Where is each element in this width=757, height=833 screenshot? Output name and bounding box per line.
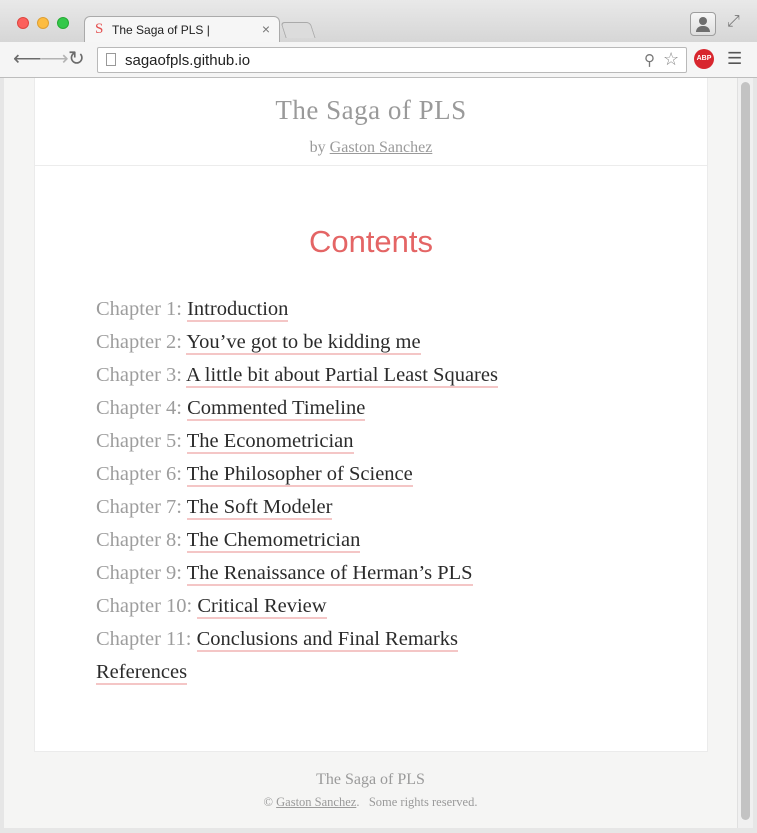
chapter-number: Chapter 7: <box>96 496 182 518</box>
toc-item: Chapter 1: Introduction <box>96 296 498 329</box>
byline: by Gaston Sanchez <box>35 139 707 157</box>
fullscreen-icon[interactable]: ⤢ <box>727 13 740 31</box>
new-tab-button[interactable] <box>280 22 316 38</box>
chapter-link[interactable]: The Chemometrician <box>186 529 361 553</box>
chapter-number: Chapter 5: <box>96 430 182 452</box>
chapter-number: Chapter 11: <box>96 628 192 650</box>
chapter-link[interactable]: Conclusions and Final Remarks <box>196 628 458 652</box>
page-viewport: The Saga of PLS by Gaston Sanchez Conten… <box>4 78 737 828</box>
scrollbar-thumb[interactable] <box>741 82 750 820</box>
toc-item: Chapter 7: The Soft Modeler <box>96 494 498 527</box>
toc-item: Chapter 2: You’ve got to be kidding me <box>96 329 498 362</box>
content-card: The Saga of PLS by Gaston Sanchez Conten… <box>34 78 708 752</box>
browser-titlebar: S The Saga of PLS | × ⤢ <box>0 0 757 43</box>
tab-close-icon[interactable]: × <box>262 21 270 37</box>
byline-prefix: by <box>309 139 326 156</box>
profile-body-shape <box>696 26 710 32</box>
chapter-number: Chapter 1: <box>96 298 182 320</box>
header-divider <box>35 165 707 166</box>
footer-author-link[interactable]: Gaston Sanchez <box>276 795 356 809</box>
address-bar[interactable]: sagaofpls.github.io ⚲ ☆ <box>97 47 687 73</box>
chapter-link[interactable]: You’ve got to be kidding me <box>186 331 421 355</box>
chapter-link[interactable]: The Renaissance of Herman’s PLS <box>186 562 473 586</box>
window-minimize-button[interactable] <box>37 17 49 29</box>
forward-arrow-icon[interactable]: ⟶ <box>40 49 69 69</box>
table-of-contents: Chapter 1: Introduction Chapter 2: You’ve… <box>96 296 498 692</box>
author-link[interactable]: Gaston Sanchez <box>330 139 433 156</box>
chapter-link[interactable]: Commented Timeline <box>187 397 366 421</box>
window-close-button[interactable] <box>17 17 29 29</box>
back-arrow-icon[interactable]: ⟵ <box>13 49 42 69</box>
abp-icon[interactable]: ABP <box>694 49 714 69</box>
toc-item: Chapter 3: A little bit about Partial Le… <box>96 362 498 395</box>
reload-icon[interactable]: ↻ <box>68 49 85 69</box>
contents-heading: Contents <box>308 224 434 259</box>
tab-title: The Saga of PLS | <box>112 23 210 37</box>
profile-head-shape <box>699 17 707 25</box>
toc-item: Chapter 6: The Philosopher of Science <box>96 461 498 494</box>
rights-text: Some rights reserved. <box>368 795 478 809</box>
profile-icon[interactable] <box>690 12 716 36</box>
chapter-number: Chapter 2: <box>96 331 182 353</box>
search-icon[interactable]: ⚲ <box>644 51 655 69</box>
star-icon[interactable]: ☆ <box>663 49 679 70</box>
browser-tab[interactable]: S The Saga of PLS | × <box>84 16 280 43</box>
chapter-number: Chapter 3: <box>96 364 182 386</box>
toc-item: References <box>96 659 498 692</box>
chapter-link[interactable]: Critical Review <box>197 595 327 619</box>
chapter-link[interactable]: The Soft Modeler <box>186 496 333 520</box>
chapter-number: Chapter 8: <box>96 529 182 551</box>
chapter-link[interactable]: References <box>96 661 188 685</box>
toc-item: Chapter 8: The Chemometrician <box>96 527 498 560</box>
menu-icon[interactable]: ☰ <box>727 50 742 67</box>
footer-title: The Saga of PLS <box>316 771 425 788</box>
site-title[interactable]: The Saga of PLS <box>35 95 707 126</box>
chapter-number: Chapter 6: <box>96 463 182 485</box>
toc-item: Chapter 10: Critical Review <box>96 593 498 626</box>
scrollbar[interactable] <box>737 78 753 828</box>
chapter-link[interactable]: Introduction <box>187 298 289 322</box>
toc-item: Chapter 5: The Econometrician <box>96 428 498 461</box>
browser-toolbar: ⟵ ⟶ ↻ sagaofpls.github.io ⚲ ☆ <box>0 42 757 78</box>
site-favicon-icon: S <box>95 21 104 37</box>
footer-copyright: © Gaston Sanchez. Some rights reserved. <box>263 795 478 809</box>
chapter-number: Chapter 9: <box>96 562 182 584</box>
url-text[interactable]: sagaofpls.github.io <box>125 52 250 69</box>
chapter-link[interactable]: A little bit about Partial Least Squares <box>185 364 498 388</box>
toc-item: Chapter 4: Commented Timeline <box>96 395 498 428</box>
chapter-link[interactable]: The Econometrician <box>186 430 354 454</box>
chapter-link[interactable]: The Philosopher of Science <box>186 463 413 487</box>
toc-item: Chapter 9: The Renaissance of Herman’s P… <box>96 560 498 593</box>
toc-item: Chapter 11: Conclusions and Final Remark… <box>96 626 498 659</box>
page-icon <box>106 53 116 66</box>
chapter-number: Chapter 10: <box>96 595 193 617</box>
chapter-number: Chapter 4: <box>96 397 182 419</box>
copyright-symbol: © <box>263 795 274 809</box>
window-zoom-button[interactable] <box>57 17 69 29</box>
